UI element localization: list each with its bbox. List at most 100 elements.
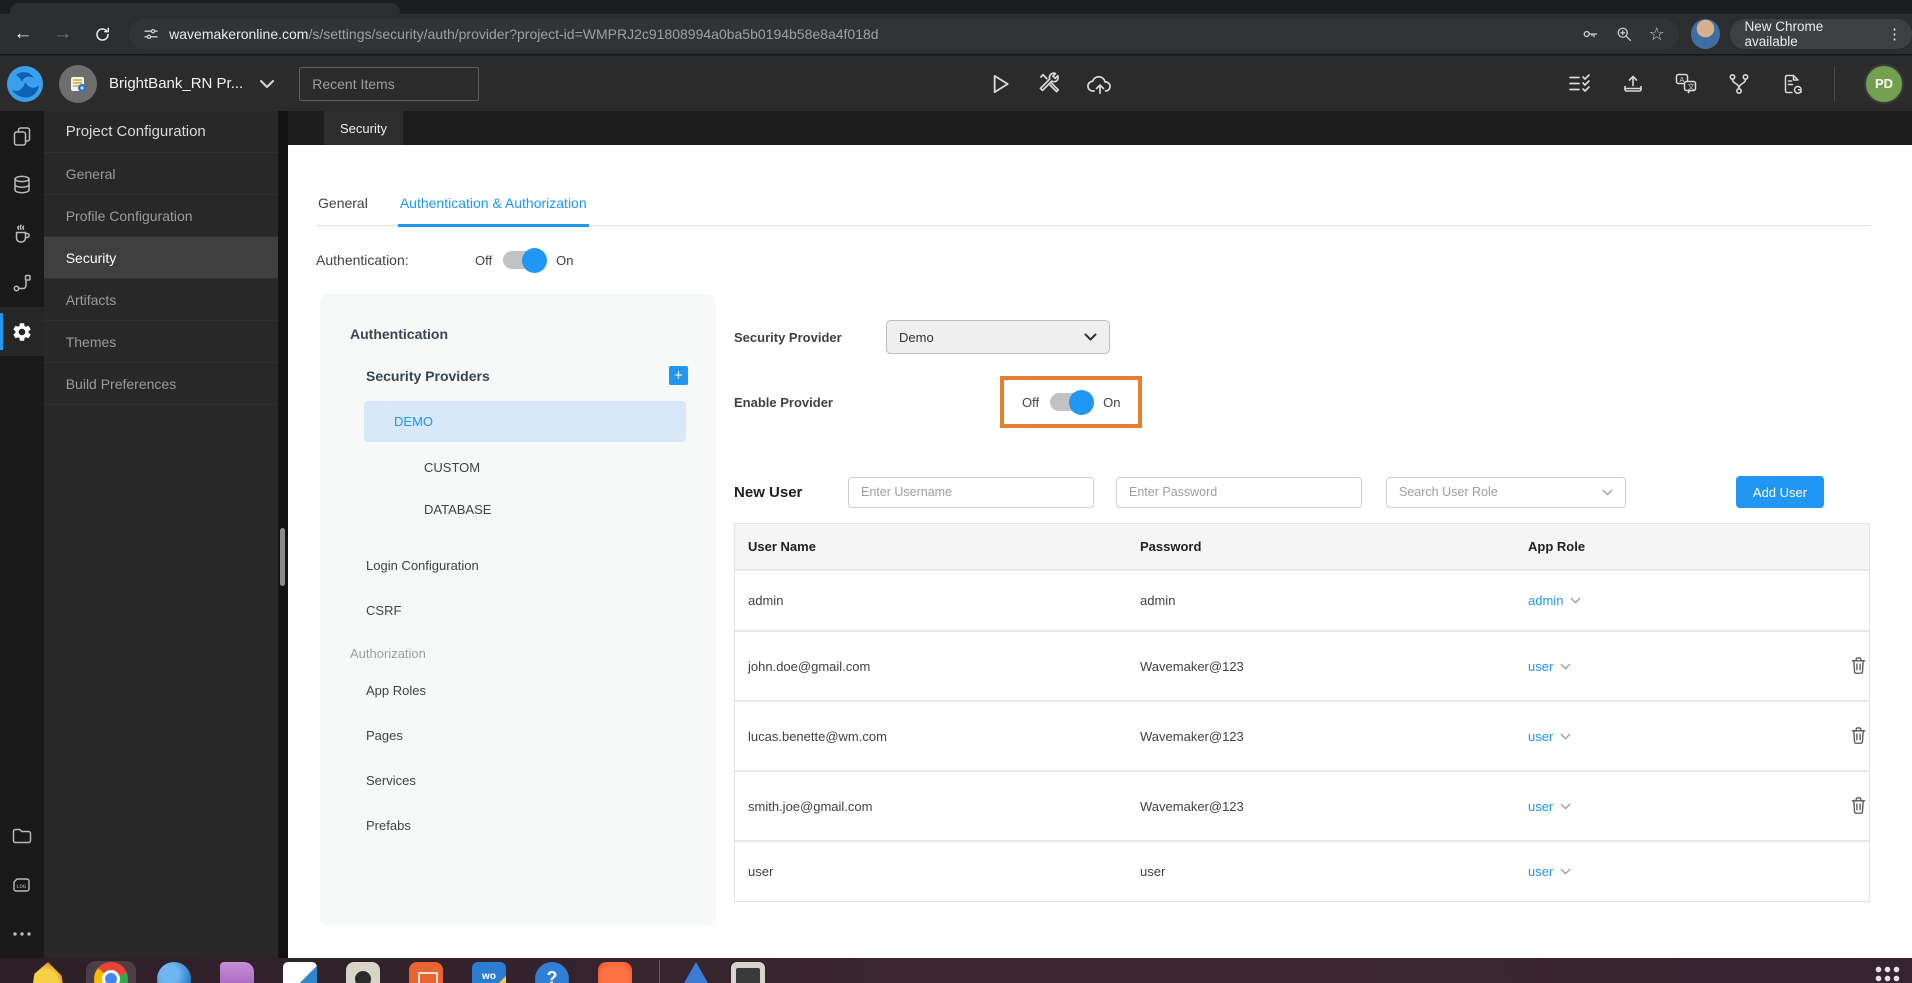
security-provider-select[interactable]: Demo [886, 320, 1111, 354]
browser-chrome: ← → wavemakeronline.com/s/settings/secur… [0, 0, 1912, 56]
chrome-update-button[interactable]: New Chrome available ⋮ [1730, 19, 1912, 49]
provider-item-database[interactable]: DATABASE [394, 492, 686, 526]
sidebar-item-artifacts[interactable]: Artifacts [43, 279, 279, 321]
app-role-dropdown[interactable]: user [1515, 637, 1831, 696]
workspace: LOG Project Configuration General Profil… [0, 111, 1912, 958]
user-avatar[interactable]: PD [1864, 63, 1904, 104]
back-icon[interactable]: ← [6, 19, 40, 49]
nav-item-csrf[interactable]: CSRF [366, 603, 716, 618]
recent-items-input[interactable] [299, 66, 480, 101]
column-password: Password [1140, 539, 1202, 554]
sidebar-item-build-preferences[interactable]: Build Preferences [43, 363, 279, 405]
table-row: user user user [735, 840, 1870, 901]
browser-menu-kebab-icon[interactable]: ⋮ [1887, 25, 1902, 43]
app-role-dropdown[interactable]: admin [1515, 571, 1831, 630]
apis-icon[interactable] [0, 258, 44, 307]
column-app-role: App Role [1528, 539, 1586, 554]
taskbar-terminal-icon[interactable] [731, 962, 765, 983]
taskbar-prism-icon[interactable] [679, 962, 713, 983]
enable-provider-toggle[interactable] [1050, 389, 1095, 415]
new-user-row: New User Search User Role Add User [734, 476, 1870, 508]
browser-active-tab[interactable] [10, 3, 400, 14]
password-input[interactable] [1116, 476, 1363, 508]
security-nav-panel: Authentication Security Providers + DEMO… [320, 294, 717, 926]
site-settings-icon[interactable] [143, 26, 159, 42]
users-table: User Name Password App Role admin admin … [734, 523, 1871, 902]
tab-general[interactable]: General [316, 195, 370, 225]
more-options-icon[interactable] [0, 909, 44, 958]
taskbar-help-icon[interactable]: ? [535, 962, 569, 983]
project-switcher-chevron-icon[interactable] [259, 79, 275, 89]
taskbar-remmina-icon[interactable] [598, 962, 632, 983]
reload-icon[interactable] [85, 19, 119, 49]
user-role-select[interactable]: Search User Role [1386, 476, 1627, 508]
delete-user-icon[interactable] [1848, 794, 1869, 817]
app-role-dropdown[interactable]: user [1515, 842, 1831, 901]
provider-item-custom[interactable]: CUSTOM [394, 450, 686, 484]
tab-authentication-authorization[interactable]: Authentication & Authorization [397, 195, 589, 227]
database-icon[interactable] [0, 160, 44, 209]
role-chevron-icon [1571, 597, 1581, 604]
taskbar-software-store-icon[interactable] [409, 962, 443, 983]
file-sync-icon[interactable] [1779, 72, 1805, 96]
app-role-dropdown[interactable]: user [1515, 777, 1831, 836]
project-name[interactable]: BrightBank_RN Pr... [109, 75, 243, 92]
app-role-dropdown[interactable]: user [1515, 707, 1831, 766]
app-role-value: user [1528, 728, 1554, 744]
browser-profile-avatar[interactable] [1690, 19, 1721, 49]
taskbar-word-icon[interactable]: wo [472, 962, 506, 983]
app-grid-icon[interactable] [1874, 965, 1900, 983]
taskbar-files-icon[interactable] [220, 962, 254, 983]
run-app-icon[interactable] [986, 71, 1012, 97]
nav-item-pages[interactable]: Pages [366, 728, 716, 743]
nav-item-prefabs[interactable]: Prefabs [366, 818, 716, 833]
pages-icon[interactable] [0, 111, 44, 160]
zoom-search-icon[interactable] [1615, 25, 1633, 43]
password-cell: Wavemaker@123 [1140, 798, 1244, 814]
sidebar-item-profile-configuration[interactable]: Profile Configuration [43, 195, 279, 237]
url-bar[interactable]: wavemakeronline.com/s/settings/security/… [129, 19, 1679, 49]
nav-item-app-roles[interactable]: App Roles [366, 683, 716, 698]
bookmark-star-icon[interactable]: ☆ [1649, 24, 1665, 45]
provider-item-demo[interactable]: DEMO [364, 401, 687, 442]
delete-user-icon[interactable] [1848, 724, 1869, 747]
project-avatar[interactable] [59, 64, 97, 103]
file-explorer-folder-icon[interactable] [0, 811, 44, 860]
build-tools-icon[interactable] [1036, 71, 1062, 97]
sidebar-item-general[interactable]: General [43, 153, 279, 195]
wavemaker-logo-icon[interactable] [5, 64, 45, 104]
password-key-icon[interactable] [1581, 25, 1599, 43]
settings-gear-icon[interactable] [0, 307, 44, 356]
export-project-icon[interactable] [1620, 72, 1646, 96]
taskbar-libreoffice-writer-icon[interactable] [283, 962, 317, 983]
username-input[interactable] [848, 476, 1095, 508]
taskbar-screenshot-icon[interactable] [346, 962, 380, 983]
role-chevron-icon [1560, 803, 1571, 809]
checklist-icon[interactable] [1567, 72, 1593, 96]
delete-user-icon[interactable] [1848, 654, 1869, 677]
url-path: /s/settings/security/auth/provider?proje… [308, 26, 879, 42]
taskbar-gimp-icon[interactable] [31, 962, 65, 983]
taskbar: wo ? [0, 958, 1912, 983]
translate-icon[interactable]: A 文 [1673, 72, 1699, 96]
settings-tabs: General Authentication & Authorization [316, 195, 1871, 227]
user-name-cell: user [748, 864, 774, 879]
authentication-off-label: Off [475, 252, 493, 268]
user-name-cell: smith.joe@gmail.com [748, 798, 873, 814]
add-provider-button[interactable]: + [669, 366, 689, 385]
taskbar-thunderbird-icon[interactable] [157, 962, 191, 983]
sidebar-item-themes[interactable]: Themes [43, 321, 279, 363]
deploy-cloud-upload-icon[interactable] [1086, 71, 1114, 97]
sidebar-scrollbar[interactable] [278, 111, 289, 958]
logs-icon[interactable]: LOG [0, 860, 44, 909]
nav-item-services[interactable]: Services [366, 773, 716, 788]
forward-icon[interactable]: → [46, 19, 80, 49]
nav-item-login-configuration[interactable]: Login Configuration [366, 558, 716, 573]
editor-tab-security[interactable]: Security [324, 111, 403, 145]
version-branch-icon[interactable] [1726, 72, 1752, 96]
sidebar-item-security[interactable]: Security [43, 237, 279, 279]
java-services-icon[interactable] [0, 209, 44, 258]
sidebar-scrollbar-thumb[interactable] [280, 528, 286, 586]
authentication-toggle[interactable] [503, 247, 548, 273]
add-user-button[interactable]: Add User [1736, 476, 1825, 508]
